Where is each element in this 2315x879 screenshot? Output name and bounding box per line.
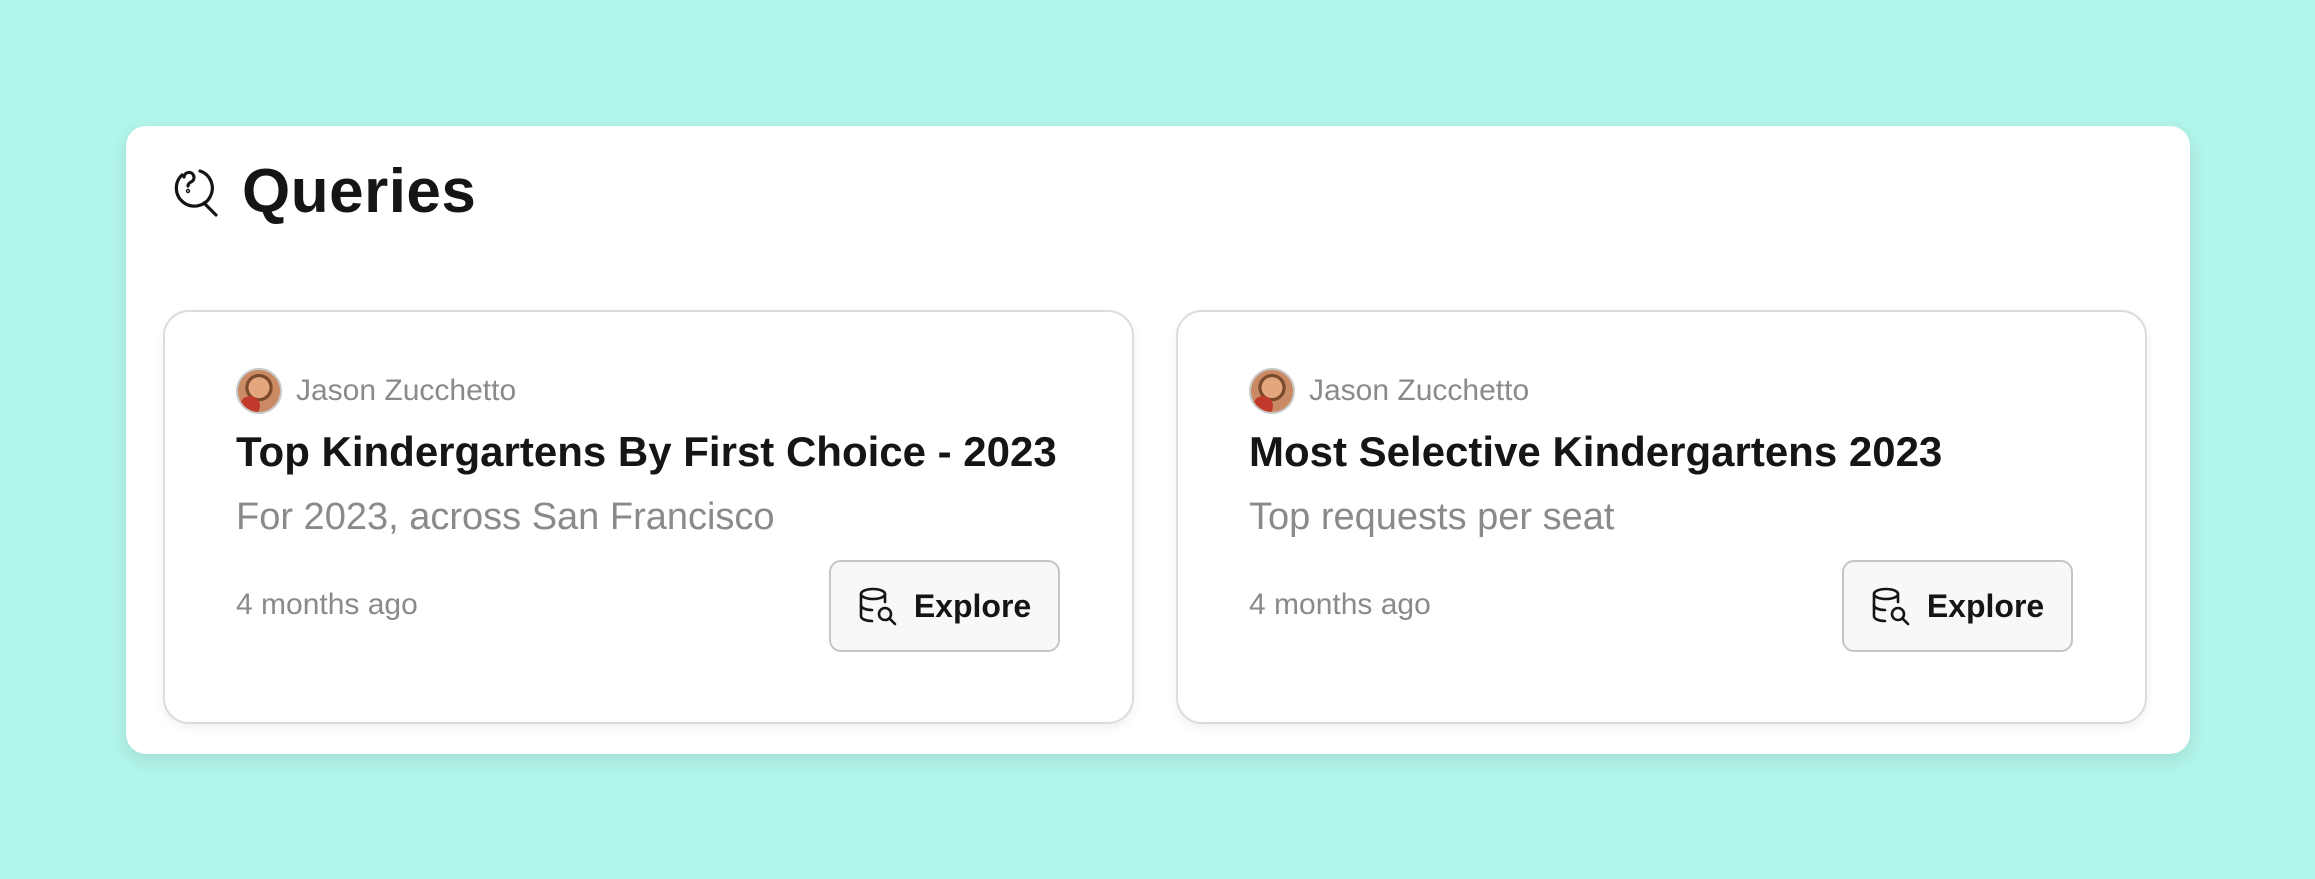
queries-panel: Queries Jason Zucchetto Top Kindergarten…	[126, 126, 2190, 754]
explore-button[interactable]: Explore	[829, 560, 1060, 652]
page-title: Queries	[242, 156, 477, 226]
author-name: Jason Zucchetto	[1309, 374, 1530, 407]
panel-header: Queries	[168, 156, 476, 226]
card-subtitle: Top requests per seat	[1249, 496, 1615, 538]
database-search-icon	[859, 587, 897, 626]
card-author: Jason Zucchetto	[1249, 367, 1529, 415]
query-card[interactable]: Jason Zucchetto Most Selective Kindergar…	[1176, 310, 2147, 724]
database-search-icon	[1872, 587, 1910, 626]
card-title[interactable]: Most Selective Kindergartens 2023	[1249, 428, 1942, 476]
search-question-icon	[168, 163, 218, 219]
explore-button-label: Explore	[913, 587, 1032, 624]
explore-button[interactable]: Explore	[1842, 560, 2073, 652]
author-name: Jason Zucchetto	[296, 374, 517, 407]
explore-button-label: Explore	[1926, 587, 2045, 624]
avatar	[236, 368, 282, 414]
avatar	[1249, 368, 1295, 414]
card-title[interactable]: Top Kindergartens By First Choice - 2023	[236, 428, 1057, 476]
query-card-list: Jason Zucchetto Top Kindergartens By Fir…	[163, 310, 2147, 724]
card-subtitle: For 2023, across San Francisco	[236, 496, 775, 538]
card-timestamp: 4 months ago	[236, 588, 418, 621]
card-author: Jason Zucchetto	[236, 367, 516, 415]
card-timestamp: 4 months ago	[1249, 588, 1431, 621]
query-card[interactable]: Jason Zucchetto Top Kindergartens By Fir…	[163, 310, 1134, 724]
